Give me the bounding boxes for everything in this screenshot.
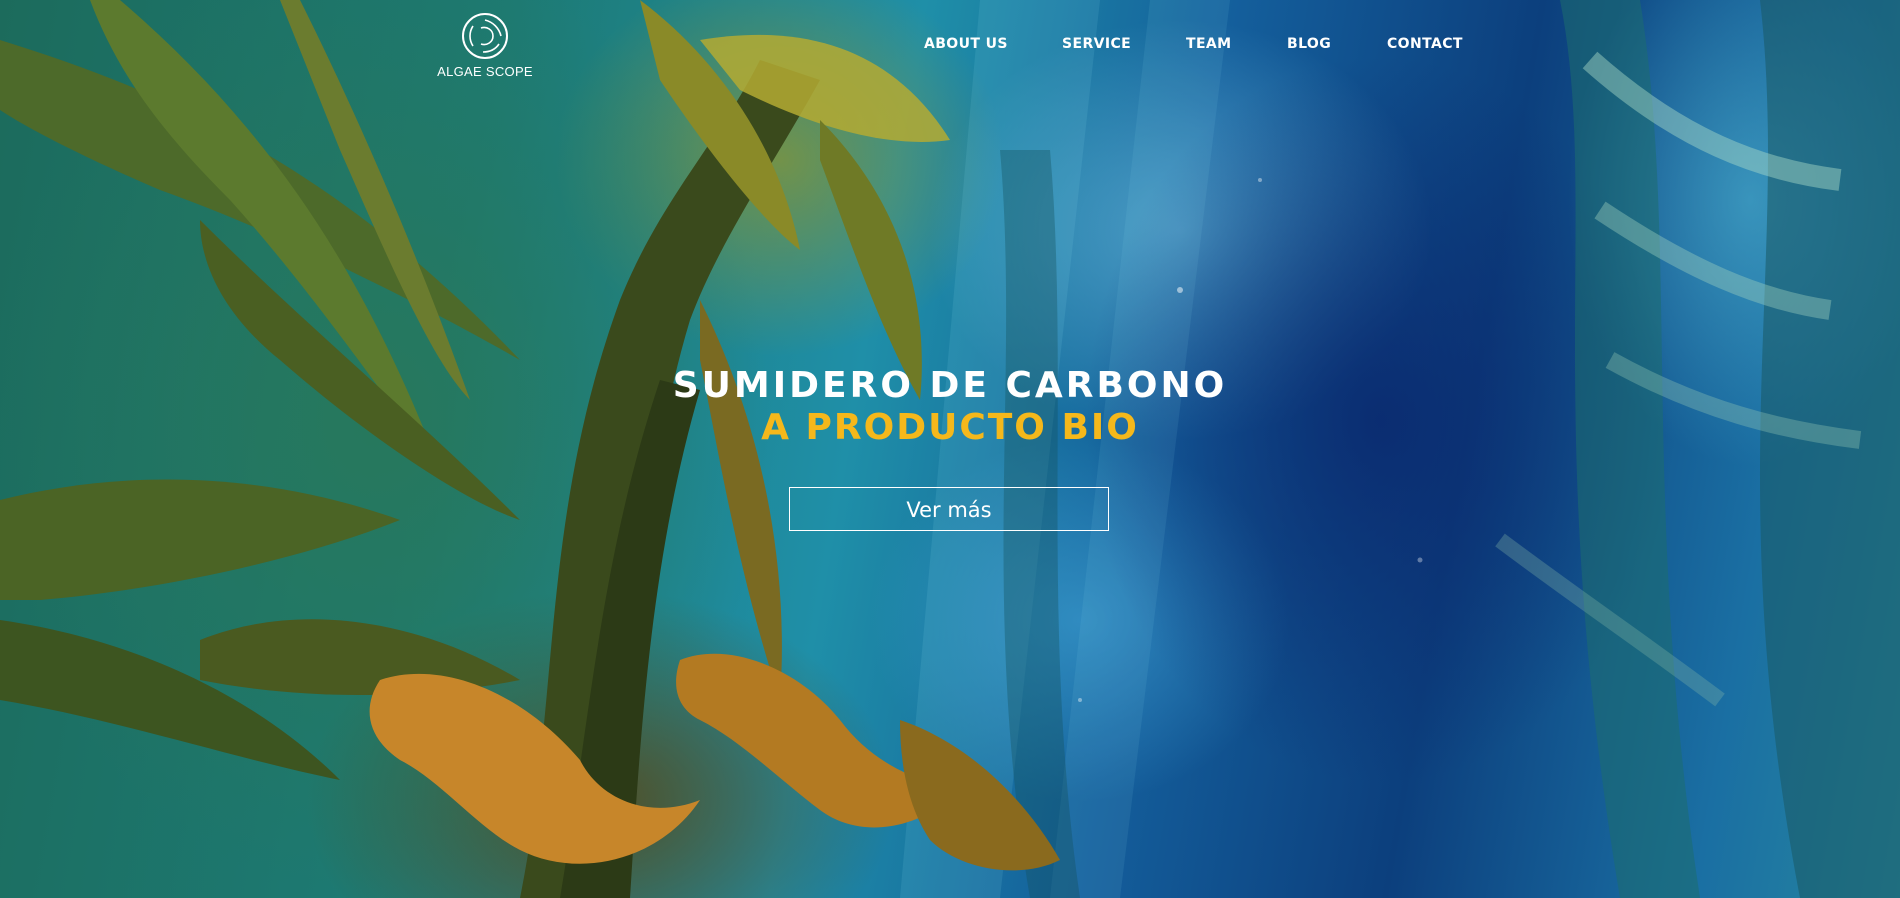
hero-section: ALGAE SCOPE ABOUT US SERVICE TEAM BLOG C… <box>0 0 1900 898</box>
nav-link-service[interactable]: SERVICE <box>1062 36 1131 52</box>
brand-name: ALGAE SCOPE <box>437 64 533 79</box>
swirl-logo-icon <box>462 13 508 59</box>
nav-link-about-us[interactable]: ABOUT US <box>924 36 1008 52</box>
brand-logo[interactable]: ALGAE SCOPE <box>430 10 540 79</box>
nav-link-blog[interactable]: BLOG <box>1287 36 1331 52</box>
hero-title-line-1: SUMIDERO DE CARBONO <box>672 365 1228 406</box>
hero-title-line-2: A PRODUCTO BIO <box>761 407 1139 448</box>
ver-mas-button[interactable]: Ver más <box>789 487 1109 531</box>
nav-link-team[interactable]: TEAM <box>1186 36 1231 52</box>
nav-link-contact[interactable]: CONTACT <box>1387 36 1463 52</box>
hero-headline: SUMIDERO DE CARBONO A PRODUCTO BIO <box>0 366 1900 450</box>
